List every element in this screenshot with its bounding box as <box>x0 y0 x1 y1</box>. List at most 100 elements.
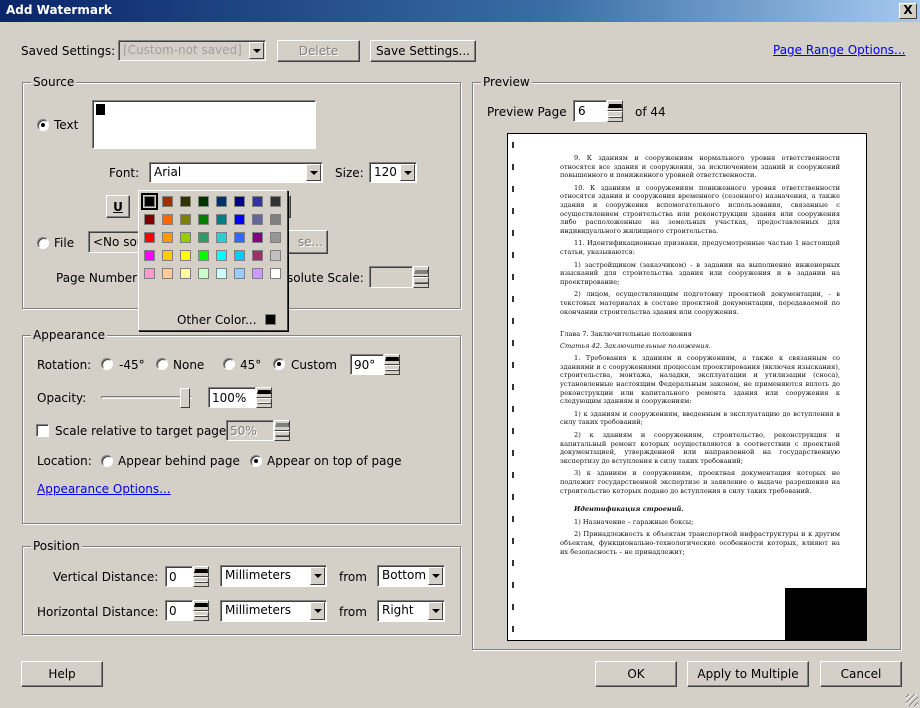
spin-down-icon[interactable] <box>193 576 209 587</box>
opacity-slider-track[interactable] <box>101 396 192 399</box>
color-swatch[interactable] <box>144 232 155 243</box>
color-swatch[interactable] <box>180 232 191 243</box>
spin-up-icon[interactable] <box>193 600 209 611</box>
preview-page-input[interactable]: 6 <box>573 100 607 122</box>
color-swatch[interactable] <box>198 196 209 207</box>
scale-relative-checkbox[interactable] <box>36 424 49 437</box>
spin-up-icon[interactable] <box>193 566 209 577</box>
color-swatch[interactable] <box>234 268 245 279</box>
opacity-spinner[interactable] <box>256 387 272 408</box>
color-swatch[interactable] <box>144 268 155 279</box>
color-swatch[interactable] <box>252 214 263 225</box>
vertical-unit-combo[interactable]: Millimeters <box>220 565 327 587</box>
color-swatch[interactable] <box>216 250 227 261</box>
vertical-distance-input[interactable]: 0 <box>165 566 193 587</box>
appearance-options-link[interactable]: Appearance Options... <box>37 482 171 496</box>
resize-grip-icon[interactable] <box>906 694 918 706</box>
color-swatch[interactable] <box>216 232 227 243</box>
size-combo[interactable]: 120 <box>369 162 417 183</box>
horizontal-distance-input[interactable]: 0 <box>165 600 193 621</box>
color-swatch[interactable] <box>234 214 245 225</box>
spin-down-icon[interactable] <box>256 397 272 408</box>
color-swatch[interactable] <box>162 232 173 243</box>
spin-up-icon[interactable] <box>607 100 623 111</box>
delete-button[interactable]: Delete <box>277 40 360 62</box>
absolute-scale-spinner[interactable] <box>413 266 429 288</box>
cancel-button[interactable]: Cancel <box>820 661 902 687</box>
saved-settings-combo[interactable]: [Custom-not saved] <box>118 40 266 61</box>
chevron-down-icon[interactable] <box>310 567 325 585</box>
rotation-45-radio[interactable] <box>223 358 235 370</box>
color-swatch[interactable] <box>144 214 155 225</box>
chevron-down-icon[interactable] <box>306 164 321 181</box>
font-combo[interactable]: Arial <box>149 162 323 183</box>
appear-on-top-radio[interactable] <box>250 455 262 467</box>
spin-down-icon[interactable] <box>193 610 209 621</box>
scale-value-input[interactable]: 50% <box>226 420 274 441</box>
color-swatch[interactable] <box>198 268 209 279</box>
opacity-slider-thumb[interactable] <box>180 388 190 408</box>
color-swatch[interactable] <box>198 250 209 261</box>
spin-down-icon[interactable] <box>274 430 290 441</box>
underline-button[interactable]: U <box>106 195 130 218</box>
close-button[interactable]: X <box>899 3 917 19</box>
color-swatch[interactable] <box>252 250 263 261</box>
horizontal-from-combo[interactable]: Right <box>377 600 445 622</box>
color-swatch[interactable] <box>162 250 173 261</box>
chevron-down-icon[interactable] <box>310 602 325 620</box>
color-swatch[interactable] <box>252 268 263 279</box>
vertical-distance-spinner[interactable] <box>193 566 209 587</box>
color-swatch[interactable] <box>270 196 281 207</box>
spin-up-icon[interactable] <box>413 266 429 277</box>
chevron-down-icon[interactable] <box>428 567 443 585</box>
scale-spinner[interactable] <box>274 420 290 441</box>
apply-to-multiple-button[interactable]: Apply to Multiple <box>687 661 809 687</box>
color-swatch[interactable] <box>234 196 245 207</box>
rotation-custom-radio[interactable] <box>273 358 285 370</box>
horizontal-unit-combo[interactable]: Millimeters <box>220 600 327 622</box>
opacity-value-input[interactable]: 100% <box>208 387 256 408</box>
color-swatch[interactable] <box>252 232 263 243</box>
save-settings-button[interactable]: Save Settings... <box>370 40 476 62</box>
page-range-options-link[interactable]: Page Range Options... <box>773 43 905 57</box>
file-radio[interactable] <box>37 237 49 249</box>
ok-button[interactable]: OK <box>595 661 677 687</box>
color-swatch[interactable] <box>216 268 227 279</box>
color-swatch[interactable] <box>252 196 263 207</box>
spin-down-icon[interactable] <box>607 111 623 122</box>
spin-up-icon[interactable] <box>256 387 272 398</box>
color-swatch[interactable] <box>141 193 158 210</box>
color-swatch[interactable] <box>216 196 227 207</box>
chevron-down-icon[interactable] <box>400 164 415 181</box>
color-swatch[interactable] <box>270 268 281 279</box>
color-swatch[interactable] <box>234 232 245 243</box>
spin-down-icon[interactable] <box>413 277 429 288</box>
color-swatch[interactable] <box>270 232 281 243</box>
watermark-text-input[interactable] <box>92 100 316 149</box>
vertical-from-combo[interactable]: Bottom <box>377 565 445 587</box>
color-swatch[interactable] <box>234 250 245 261</box>
color-swatch[interactable] <box>180 196 191 207</box>
spin-down-icon[interactable] <box>384 364 400 375</box>
rotation-m45-radio[interactable] <box>101 358 113 370</box>
color-swatch[interactable] <box>180 250 191 261</box>
spin-up-icon[interactable] <box>274 420 290 431</box>
chevron-down-icon[interactable] <box>249 42 264 59</box>
horizontal-distance-spinner[interactable] <box>193 600 209 621</box>
color-swatch[interactable] <box>270 250 281 261</box>
color-swatch[interactable] <box>198 214 209 225</box>
color-swatch[interactable] <box>162 268 173 279</box>
text-radio[interactable] <box>37 119 49 131</box>
color-swatch[interactable] <box>144 250 155 261</box>
color-swatch[interactable] <box>198 232 209 243</box>
absolute-scale-input[interactable] <box>369 266 413 288</box>
rotation-spinner[interactable] <box>384 354 400 375</box>
preview-page-spinner[interactable] <box>607 100 623 122</box>
color-swatch[interactable] <box>162 196 173 207</box>
rotation-value-input[interactable]: 90° <box>350 354 384 375</box>
chevron-down-icon[interactable] <box>428 602 443 620</box>
spin-up-icon[interactable] <box>384 354 400 365</box>
color-swatch[interactable] <box>216 214 227 225</box>
help-button[interactable]: Help <box>21 661 103 687</box>
color-swatch[interactable] <box>162 214 173 225</box>
